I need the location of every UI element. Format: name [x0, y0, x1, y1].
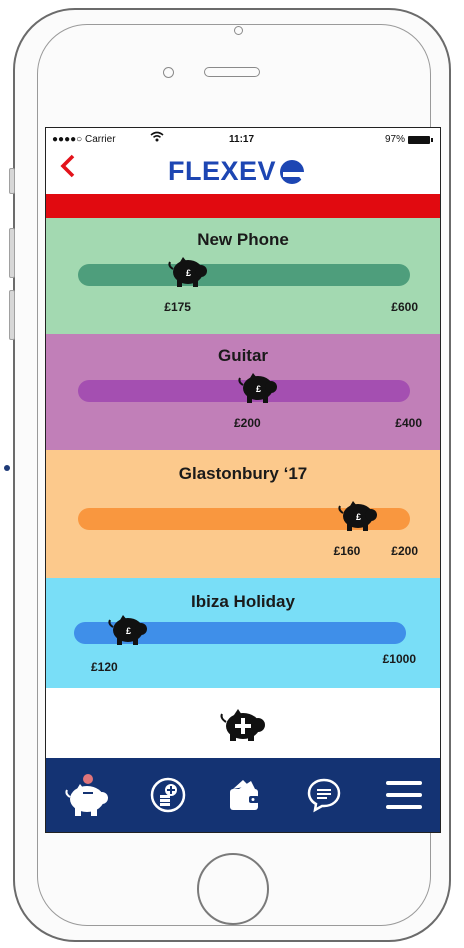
nav-wallet[interactable]: [212, 758, 276, 832]
status-bar: ●●●●○ Carrier 11:17 97%: [46, 128, 440, 150]
bottom-nav-bar: [46, 758, 440, 832]
goal-title: Guitar: [217, 346, 269, 365]
saved-amount: £175: [164, 300, 191, 314]
logo-text: FLEXEV: [168, 156, 277, 186]
chevron-left-icon[interactable]: [60, 154, 76, 184]
add-goal-row: [46, 688, 440, 762]
app-header: FLEXEV: [46, 150, 440, 194]
piggy-bank-marker-icon[interactable]: £: [166, 254, 212, 293]
target-amount: £600: [391, 300, 418, 314]
svg-text:£: £: [356, 512, 361, 522]
battery-indicator: 97%: [384, 134, 433, 145]
saved-amount: £120: [91, 660, 118, 674]
goals-list: New Phone £ £175 £600 Guitar £ £200 £400 Glaston…: [46, 218, 440, 688]
volume-button: [9, 168, 15, 194]
piggy-bank-add-icon[interactable]: [218, 706, 270, 747]
piggy-bank-icon: [65, 774, 108, 816]
front-camera: [234, 26, 243, 35]
chat-icon: [307, 778, 341, 813]
add-coins-icon: [150, 777, 186, 813]
status-time: 11:17: [229, 134, 255, 145]
saved-amount: £200: [234, 416, 261, 430]
svg-text:£: £: [256, 384, 261, 394]
home-button[interactable]: [197, 853, 269, 925]
nav-piggy-bank[interactable]: [56, 758, 120, 832]
target-amount: £200: [391, 544, 418, 558]
nav-chat[interactable]: [292, 758, 356, 832]
goal-title: New Phone: [197, 230, 289, 249]
svg-text:£: £: [186, 268, 191, 278]
wifi-icon: [150, 131, 164, 145]
app-screen: ●●●●○ Carrier 11:17 97% FLEXEV New Phone…: [45, 127, 441, 833]
goal-card[interactable]: Glastonbury ‘17 £ £160 £200: [46, 450, 440, 578]
goal-card[interactable]: Guitar £ £200 £400: [46, 334, 440, 450]
volume-button: [9, 228, 15, 278]
ear-speaker: [204, 67, 260, 77]
nav-menu[interactable]: [372, 758, 436, 832]
nav-add-coins[interactable]: [136, 758, 200, 832]
target-amount: £400: [395, 416, 422, 430]
target-amount: £1000: [382, 652, 416, 666]
piggy-bank-marker-icon[interactable]: £: [336, 498, 382, 537]
wallet-icon: [230, 780, 259, 810]
progress-track: [78, 264, 410, 286]
piggy-bank-marker-icon[interactable]: £: [106, 612, 152, 651]
proximity-sensor: [163, 67, 174, 78]
accent-bar: [46, 194, 440, 218]
marker-dot: [4, 465, 10, 471]
battery-icon: [408, 135, 433, 144]
carrier-label: ●●●●○ Carrier: [52, 134, 116, 145]
battery-label: 97%: [384, 134, 405, 145]
logo-mark-icon: [280, 159, 307, 185]
goal-title: Ibiza Holiday: [191, 592, 295, 611]
saved-amount: £160: [333, 544, 361, 558]
goal-title: Glastonbury ‘17: [178, 464, 308, 483]
menu-icon: [386, 781, 422, 809]
goal-card[interactable]: Ibiza Holiday £ £120 £1000: [46, 578, 440, 688]
svg-text:£: £: [126, 626, 131, 636]
app-logo: FLEXEV: [168, 156, 307, 187]
volume-button: [9, 290, 15, 340]
goal-card[interactable]: New Phone £ £175 £600: [46, 218, 440, 334]
piggy-bank-marker-icon[interactable]: £: [236, 370, 282, 409]
